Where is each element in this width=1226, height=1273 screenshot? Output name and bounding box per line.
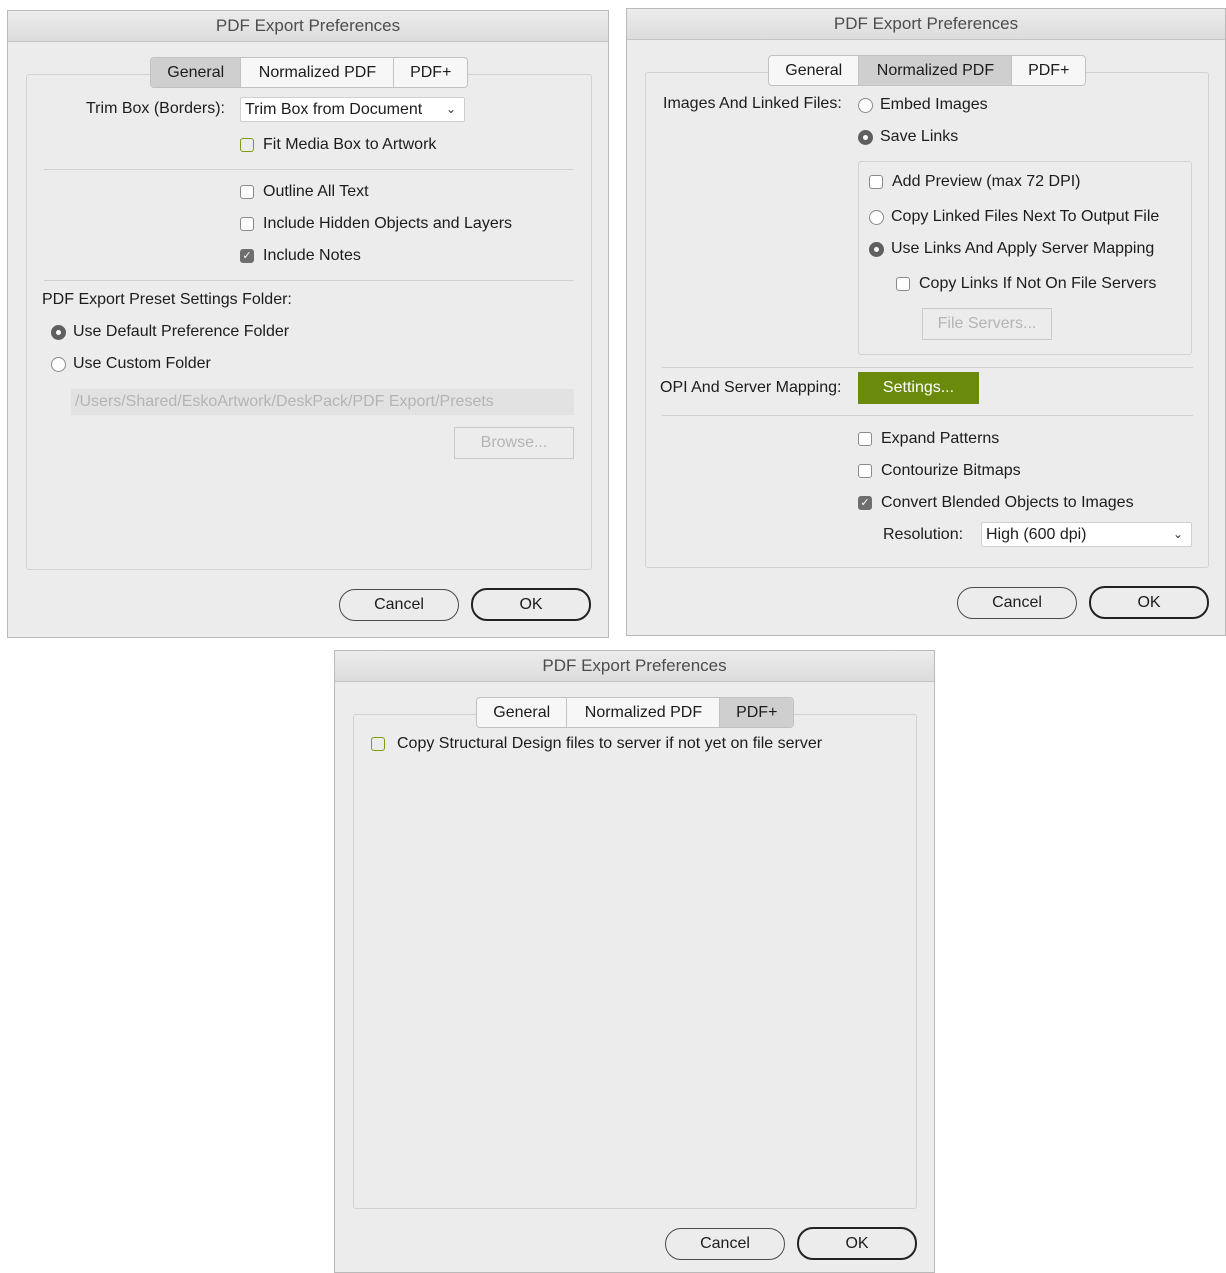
include-hidden-checkbox[interactable]: Include Hidden Objects and Layers [240,215,512,233]
ok-button[interactable]: OK [471,588,591,621]
tab-normalized-pdf[interactable]: Normalized PDF [241,58,395,87]
settings-button[interactable]: Settings... [858,372,979,404]
checkbox-box [240,185,254,199]
radio-dot [869,241,884,257]
dialog-general: PDF Export Preferences General Normalize… [7,10,609,638]
opi-server-mapping-label: OPI And Server Mapping: [660,379,842,396]
include-hidden-label: Include Hidden Objects and Layers [263,215,513,232]
use-default-folder-label: Use Default Preference Folder [73,323,290,340]
include-notes-checkbox[interactable]: ✓ Include Notes [240,247,361,265]
browse-button[interactable]: Browse... [454,427,574,459]
tab-general[interactable]: General [769,56,860,85]
dialog-pdf-plus: PDF Export Preferences General Normalize… [334,650,935,1273]
radio-dot [51,356,66,372]
save-links-radio[interactable]: Save Links [858,128,958,146]
tab-bar: General Normalized PDF PDF+ [476,697,794,728]
checkmark-icon: ✓ [858,496,872,510]
radio-dot [858,97,873,113]
ok-button[interactable]: OK [797,1227,917,1260]
cancel-button[interactable]: Cancel [339,589,459,621]
contourize-bitmaps-label: Contourize Bitmaps [881,462,1021,479]
dialog-normalized-pdf: PDF Export Preferences General Normalize… [626,8,1226,636]
outline-all-text-label: Outline All Text [263,183,369,200]
add-preview-checkbox[interactable]: Add Preview (max 72 DPI) [869,173,1081,191]
expand-patterns-checkbox[interactable]: Expand Patterns [858,430,999,448]
tab-normalized-pdf[interactable]: Normalized PDF [859,56,1013,85]
copy-structural-label: Copy Structural Design files to server i… [397,735,823,752]
tab-general[interactable]: General [477,698,568,727]
checkbox-box [869,175,883,189]
checkbox-box [240,217,254,231]
checkbox-box [240,138,254,152]
checkbox-box [896,277,910,291]
file-servers-button[interactable]: File Servers... [922,308,1052,340]
trim-box-label: Trim Box (Borders): [86,100,225,117]
chevron-down-icon: ⌄ [1172,527,1183,541]
tab-panel [353,714,917,1209]
divider [662,367,1193,368]
expand-patterns-label: Expand Patterns [881,430,1000,447]
use-links-server-mapping-label: Use Links And Apply Server Mapping [891,240,1155,257]
radio-dot [869,209,884,225]
copy-structural-checkbox[interactable]: Copy Structural Design files to server i… [371,735,822,753]
dialog-title: PDF Export Preferences [627,9,1225,40]
dialog-title: PDF Export Preferences [8,11,608,42]
embed-images-label: Embed Images [880,96,988,113]
checkbox-box [858,432,872,446]
trim-box-value: Trim Box from Document [245,100,423,118]
tab-pdf-plus[interactable]: PDF+ [720,698,793,727]
embed-images-radio[interactable]: Embed Images [858,96,988,114]
divider [44,169,574,170]
resolution-label: Resolution: [883,526,964,543]
use-custom-folder-label: Use Custom Folder [73,355,211,372]
checkbox-box [371,737,385,751]
images-linked-files-label: Images And Linked Files: [663,95,842,112]
preset-folder-label: PDF Export Preset Settings Folder: [42,291,292,308]
convert-blended-label: Convert Blended Objects to Images [881,494,1134,511]
chevron-down-icon: ⌄ [445,102,456,116]
copy-links-if-not-checkbox[interactable]: Copy Links If Not On File Servers [896,275,1156,293]
copy-linked-files-radio[interactable]: Copy Linked Files Next To Output File [869,208,1159,226]
tab-general[interactable]: General [151,58,242,87]
tab-bar: General Normalized PDF PDF+ [150,57,468,88]
radio-dot [51,324,66,340]
dialog-title: PDF Export Preferences [335,651,934,682]
checkmark-icon: ✓ [240,249,254,263]
fit-media-box-checkbox[interactable]: Fit Media Box to Artwork [240,136,436,154]
add-preview-label: Add Preview (max 72 DPI) [892,173,1081,190]
checkbox-box [858,464,872,478]
tab-pdf-plus[interactable]: PDF+ [394,58,467,87]
folder-path-field: /Users/Shared/EskoArtwork/DeskPack/PDF E… [71,389,574,415]
use-links-server-mapping-radio[interactable]: Use Links And Apply Server Mapping [869,240,1154,258]
ok-button[interactable]: OK [1089,586,1209,619]
radio-dot [858,129,873,145]
convert-blended-checkbox[interactable]: ✓ Convert Blended Objects to Images [858,494,1134,512]
trim-box-select[interactable]: Trim Box from Document ⌄ [240,97,465,122]
tab-pdf-plus[interactable]: PDF+ [1012,56,1085,85]
copy-linked-files-label: Copy Linked Files Next To Output File [891,208,1160,225]
tab-bar: General Normalized PDF PDF+ [768,55,1086,86]
divider [662,415,1193,416]
resolution-value: High (600 dpi) [986,525,1087,543]
contourize-bitmaps-checkbox[interactable]: Contourize Bitmaps [858,462,1021,480]
outline-all-text-checkbox[interactable]: Outline All Text [240,183,369,201]
tab-normalized-pdf[interactable]: Normalized PDF [567,698,721,727]
save-links-label: Save Links [880,128,959,145]
copy-links-if-not-label: Copy Links If Not On File Servers [919,275,1157,292]
fit-media-box-label: Fit Media Box to Artwork [263,136,437,153]
use-custom-folder-radio[interactable]: Use Custom Folder [51,355,211,373]
resolution-select[interactable]: High (600 dpi) ⌄ [981,522,1192,547]
use-default-folder-radio[interactable]: Use Default Preference Folder [51,323,289,341]
cancel-button[interactable]: Cancel [957,587,1077,619]
divider [44,280,574,281]
include-notes-label: Include Notes [263,247,361,264]
cancel-button[interactable]: Cancel [665,1228,785,1260]
